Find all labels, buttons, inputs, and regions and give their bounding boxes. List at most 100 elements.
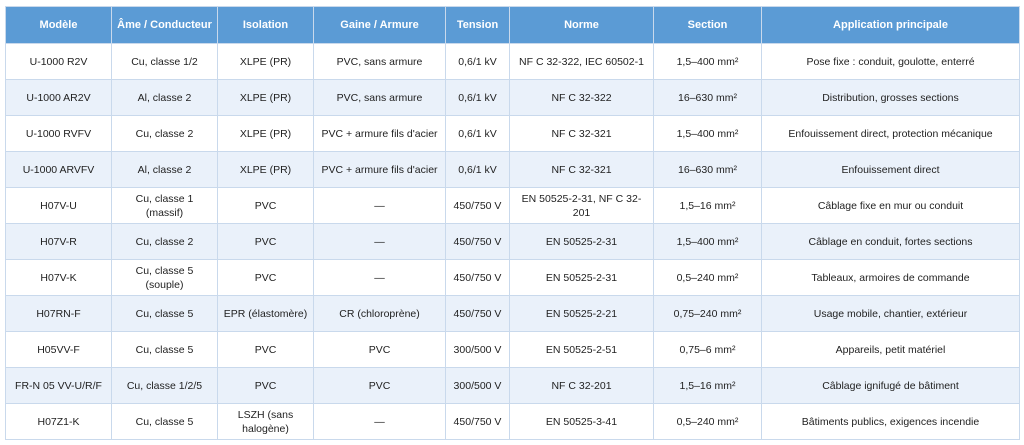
- table-cell: Cu, classe 5: [111, 403, 218, 440]
- table-cell: 0,5–240 mm²: [653, 259, 762, 296]
- table-cell: PVC: [217, 367, 314, 404]
- table-cell: 16–630 mm²: [653, 79, 762, 116]
- table-cell: 0,6/1 kV: [445, 151, 510, 188]
- table-cell: Distribution, grosses sections: [761, 79, 1020, 116]
- table-row: H05VV-F Cu, classe 5 PVC PVC 300/500 V EN 505…: [5, 331, 1020, 368]
- table-cell: PVC: [217, 331, 314, 368]
- table-cell: 0,6/1 kV: [445, 115, 510, 152]
- column-header: Âme / Conducteur: [111, 6, 218, 44]
- table-cell: Cu, classe 5 (souple): [111, 259, 218, 296]
- table-cell: NF C 32-321: [509, 151, 654, 188]
- table-cell: EN 50525-2-31, NF C 32-201: [509, 187, 654, 224]
- table-cell: —: [313, 223, 446, 260]
- column-header: Section: [653, 6, 762, 44]
- table-cell: H07Z1-K: [5, 403, 112, 440]
- table-row: H07Z1-K Cu, classe 5 LSZH (sans halogène) —…: [5, 403, 1020, 440]
- table-row: H07V-U Cu, classe 1 (massif) PVC —450/750 V…: [5, 187, 1020, 224]
- table-cell: 1,5–400 mm²: [653, 115, 762, 152]
- column-header: Modèle: [5, 6, 112, 44]
- table-cell: EN 50525-2-31: [509, 223, 654, 260]
- table-cell: 1,5–16 mm²: [653, 187, 762, 224]
- table-cell: CR (chloroprène): [313, 295, 446, 332]
- table-cell: 450/750 V: [445, 259, 510, 296]
- table-cell: XLPE (PR): [217, 115, 314, 152]
- table-cell: Cu, classe 2: [111, 223, 218, 260]
- column-header: Tension: [445, 6, 510, 44]
- table-cell: Cu, classe 2: [111, 115, 218, 152]
- table-cell: Câblage ignifugé de bâtiment: [761, 367, 1020, 404]
- table-cell: Cu, classe 5: [111, 331, 218, 368]
- table-cell: H05VV-F: [5, 331, 112, 368]
- table-cell: U-1000 AR2V: [5, 79, 112, 116]
- table-cell: 450/750 V: [445, 403, 510, 440]
- table-cell: Câblage en conduit, fortes sections: [761, 223, 1020, 260]
- table-cell: Usage mobile, chantier, extérieur: [761, 295, 1020, 332]
- table-cell: PVC, sans armure: [313, 43, 446, 80]
- table-cell: H07V-K: [5, 259, 112, 296]
- table-cell: FR-N 05 VV-U/R/F: [5, 367, 112, 404]
- table-cell: 450/750 V: [445, 187, 510, 224]
- table-cell: 1,5–400 mm²: [653, 223, 762, 260]
- table-cell: NF C 32-322: [509, 79, 654, 116]
- table-cell: Cu, classe 1/2/5: [111, 367, 218, 404]
- table-cell: U-1000 ARVFV: [5, 151, 112, 188]
- table-cell: 0,6/1 kV: [445, 43, 510, 80]
- table-cell: —: [313, 259, 446, 296]
- table-cell: Cu, classe 1 (massif): [111, 187, 218, 224]
- column-header: Gaine / Armure: [313, 6, 446, 44]
- table-cell: Bâtiments publics, exigences incendie: [761, 403, 1020, 440]
- table-cell: Cu, classe 1/2: [111, 43, 218, 80]
- table-cell: Cu, classe 5: [111, 295, 218, 332]
- table-row: H07V-K Cu, classe 5 (souple) PVC —450/750 V…: [5, 259, 1020, 296]
- table-cell: 16–630 mm²: [653, 151, 762, 188]
- table-cell: H07V-U: [5, 187, 112, 224]
- table-cell: 1,5–16 mm²: [653, 367, 762, 404]
- table-cell: PVC: [313, 331, 446, 368]
- table-row: U-1000 ARVFV Al, classe 2 XLPE (PR) PVC + a…: [5, 151, 1020, 188]
- table-cell: EN 50525-3-41: [509, 403, 654, 440]
- table-cell: NF C 32-321: [509, 115, 654, 152]
- table-cell: 450/750 V: [445, 295, 510, 332]
- table-cell: XLPE (PR): [217, 43, 314, 80]
- table-cell: 1,5–400 mm²: [653, 43, 762, 80]
- table-cell: U-1000 R2V: [5, 43, 112, 80]
- table-cell: Enfouissement direct: [761, 151, 1020, 188]
- column-header: Norme: [509, 6, 654, 44]
- table-cell: H07V-R: [5, 223, 112, 260]
- table-cell: —: [313, 187, 446, 224]
- table-cell: Tableaux, armoires de commande: [761, 259, 1020, 296]
- table-cell: Appareils, petit matériel: [761, 331, 1020, 368]
- table-cell: —: [313, 403, 446, 440]
- table-cell: 300/500 V: [445, 367, 510, 404]
- table-cell: H07RN-F: [5, 295, 112, 332]
- column-header: Application principale: [761, 6, 1020, 44]
- table-cell: PVC: [217, 223, 314, 260]
- table-cell: Enfouissement direct, protection mécaniq…: [761, 115, 1020, 152]
- column-header: Isolation: [217, 6, 314, 44]
- table-cell: PVC: [217, 259, 314, 296]
- table-cell: EN 50525-2-51: [509, 331, 654, 368]
- table-cell: XLPE (PR): [217, 151, 314, 188]
- table-cell: PVC + armure fils d'acier: [313, 115, 446, 152]
- table-cell: 0,5–240 mm²: [653, 403, 762, 440]
- table-cell: 450/750 V: [445, 223, 510, 260]
- cable-table: Modèle Âme / Conducteur Isolation Gaine / A…: [5, 6, 1020, 440]
- table-row: H07V-R Cu, classe 2 PVC —450/750 V EN 50525-…: [5, 223, 1020, 260]
- table-cell: PVC: [217, 187, 314, 224]
- table-cell: LSZH (sans halogène): [217, 403, 314, 440]
- table-cell: Câblage fixe en mur ou conduit: [761, 187, 1020, 224]
- table-cell: PVC, sans armure: [313, 79, 446, 116]
- cable-table-container: Modèle Âme / Conducteur Isolation Gaine / A…: [5, 6, 1020, 440]
- table-cell: XLPE (PR): [217, 79, 314, 116]
- table-row: U-1000 AR2V Al, classe 2 XLPE (PR) PVC, san…: [5, 79, 1020, 116]
- table-row: U-1000 R2V Cu, classe 1/2 XLPE (PR) PVC, sa…: [5, 43, 1020, 80]
- table-cell: U-1000 RVFV: [5, 115, 112, 152]
- table-cell: Al, classe 2: [111, 79, 218, 116]
- table-cell: NF C 32-201: [509, 367, 654, 404]
- table-cell: EN 50525-2-21: [509, 295, 654, 332]
- table-cell: PVC + armure fils d'acier: [313, 151, 446, 188]
- table-row: FR-N 05 VV-U/R/F Cu, classe 1/2/5 PVC PVC 30…: [5, 367, 1020, 404]
- table-cell: PVC: [313, 367, 446, 404]
- table-cell: EPR (élastomère): [217, 295, 314, 332]
- header-row: Modèle Âme / Conducteur Isolation Gaine / A…: [5, 6, 1020, 44]
